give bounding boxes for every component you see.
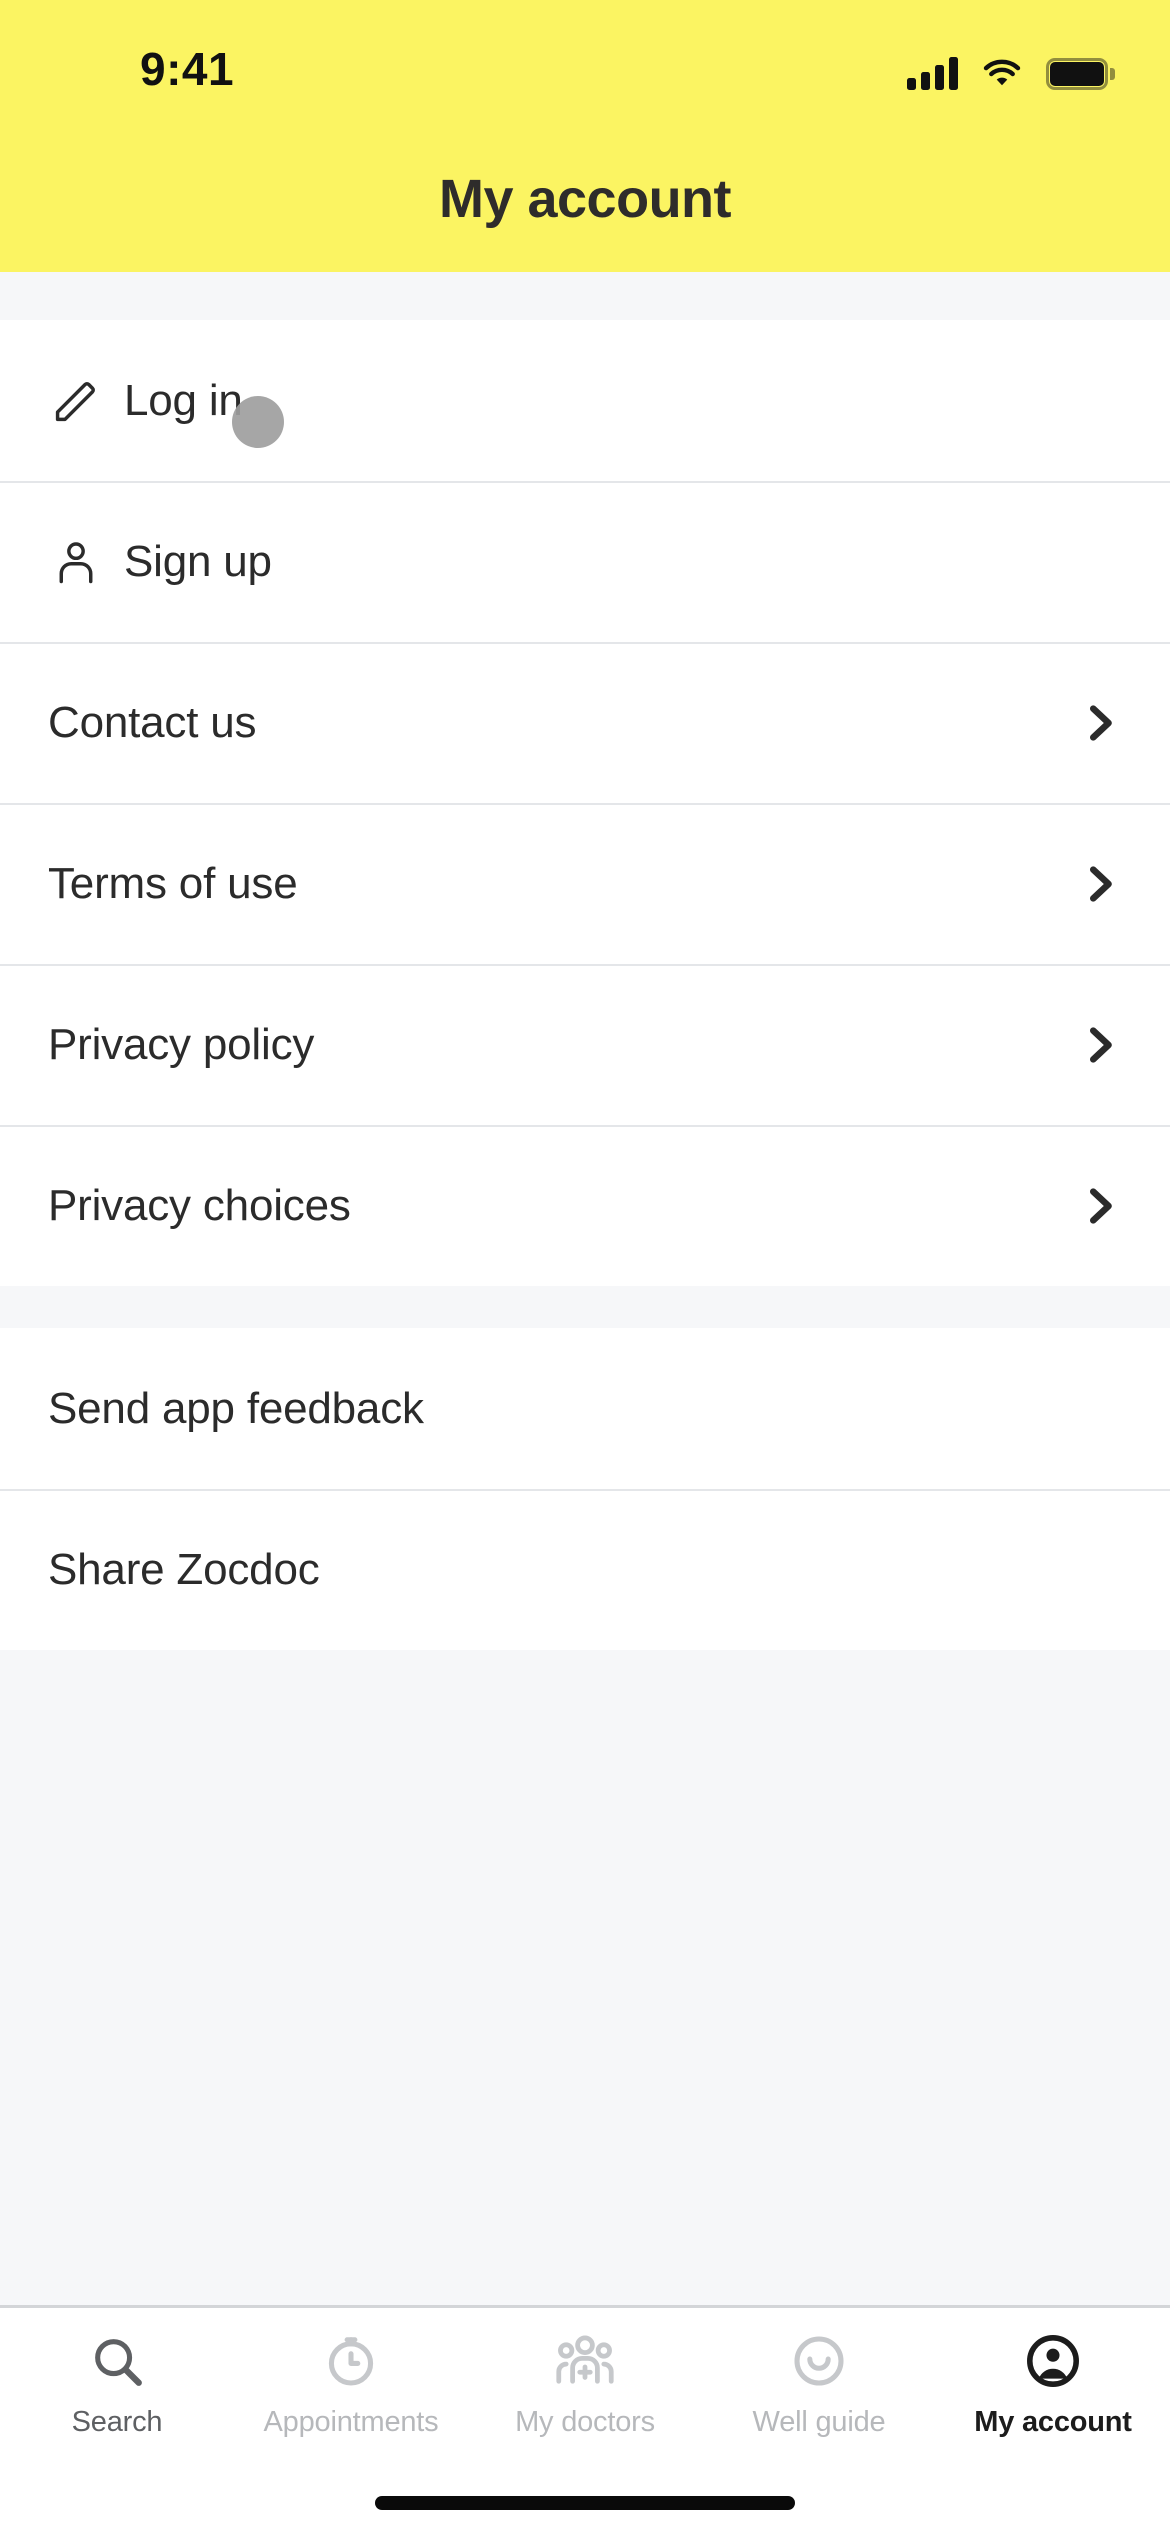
clock-icon: [320, 2330, 382, 2392]
chevron-right-icon: [1076, 856, 1122, 912]
tab-label: My doctors: [515, 2406, 655, 2438]
list-item-label: Terms of use: [48, 858, 298, 908]
list-item-label: Privacy policy: [48, 1019, 315, 1069]
tab-label: Search: [71, 2406, 163, 2438]
list-item-label: Privacy choices: [48, 1180, 351, 1230]
tab-search[interactable]: Search: [0, 2308, 234, 2498]
status-bar-clock: 9:41: [140, 43, 235, 95]
battery-full-icon: [1046, 58, 1115, 90]
pencil-icon: [48, 373, 104, 429]
list-item-label: Sign up: [124, 536, 272, 586]
status-bar: 9:41: [0, 0, 1170, 100]
account-section: Log in Sign up Contact us Terms of use P…: [0, 320, 1170, 1286]
chevron-right-icon: [1076, 695, 1122, 751]
chevron-right-icon: [1076, 1017, 1122, 1073]
tab-well-guide[interactable]: Well guide: [702, 2308, 936, 2498]
account-circle-icon: [1022, 2330, 1084, 2392]
doctors-group-icon: [554, 2330, 616, 2392]
search-icon: [86, 2330, 148, 2392]
tab-label: Well guide: [752, 2406, 886, 2438]
tab-label: Appointments: [263, 2406, 439, 2438]
list-item-share-zocdoc[interactable]: Share Zocdoc: [0, 1489, 1170, 1650]
person-icon: [48, 534, 104, 590]
list-item-label: Contact us: [48, 697, 257, 747]
app-section: Send app feedback Share Zocdoc: [0, 1328, 1170, 1650]
page-title: My account: [438, 169, 732, 229]
list-item-privacy-policy[interactable]: Privacy policy: [0, 964, 1170, 1125]
phone-screen: 9:41 My account Log in Sign up Contact u…: [0, 0, 1170, 2532]
list-item-label: Share Zocdoc: [48, 1544, 320, 1594]
tab-my-doctors[interactable]: My doctors: [468, 2308, 702, 2498]
tab-my-account[interactable]: My account: [936, 2308, 1170, 2498]
list-item-privacy-choices[interactable]: Privacy choices: [0, 1125, 1170, 1286]
tab-label: My account: [974, 2406, 1132, 2438]
list-item-send-app-feedback[interactable]: Send app feedback: [0, 1328, 1170, 1489]
status-bar-indicators: [907, 48, 1115, 90]
list-item-terms-of-use[interactable]: Terms of use: [0, 803, 1170, 964]
chevron-right-icon: [1076, 1178, 1122, 1234]
page-header: 9:41 My account: [0, 0, 1170, 272]
cellular-signal-icon: [907, 56, 958, 90]
list-item-contact-us[interactable]: Contact us: [0, 642, 1170, 803]
list-item-label: Log in: [124, 375, 243, 425]
smile-circle-icon: [788, 2330, 850, 2392]
tab-appointments[interactable]: Appointments: [234, 2308, 468, 2498]
wifi-icon: [983, 59, 1021, 86]
home-indicator[interactable]: [375, 2496, 795, 2510]
list-item-sign-up[interactable]: Sign up: [0, 481, 1170, 642]
list-item-log-in[interactable]: Log in: [0, 320, 1170, 481]
list-item-label: Send app feedback: [48, 1383, 424, 1433]
